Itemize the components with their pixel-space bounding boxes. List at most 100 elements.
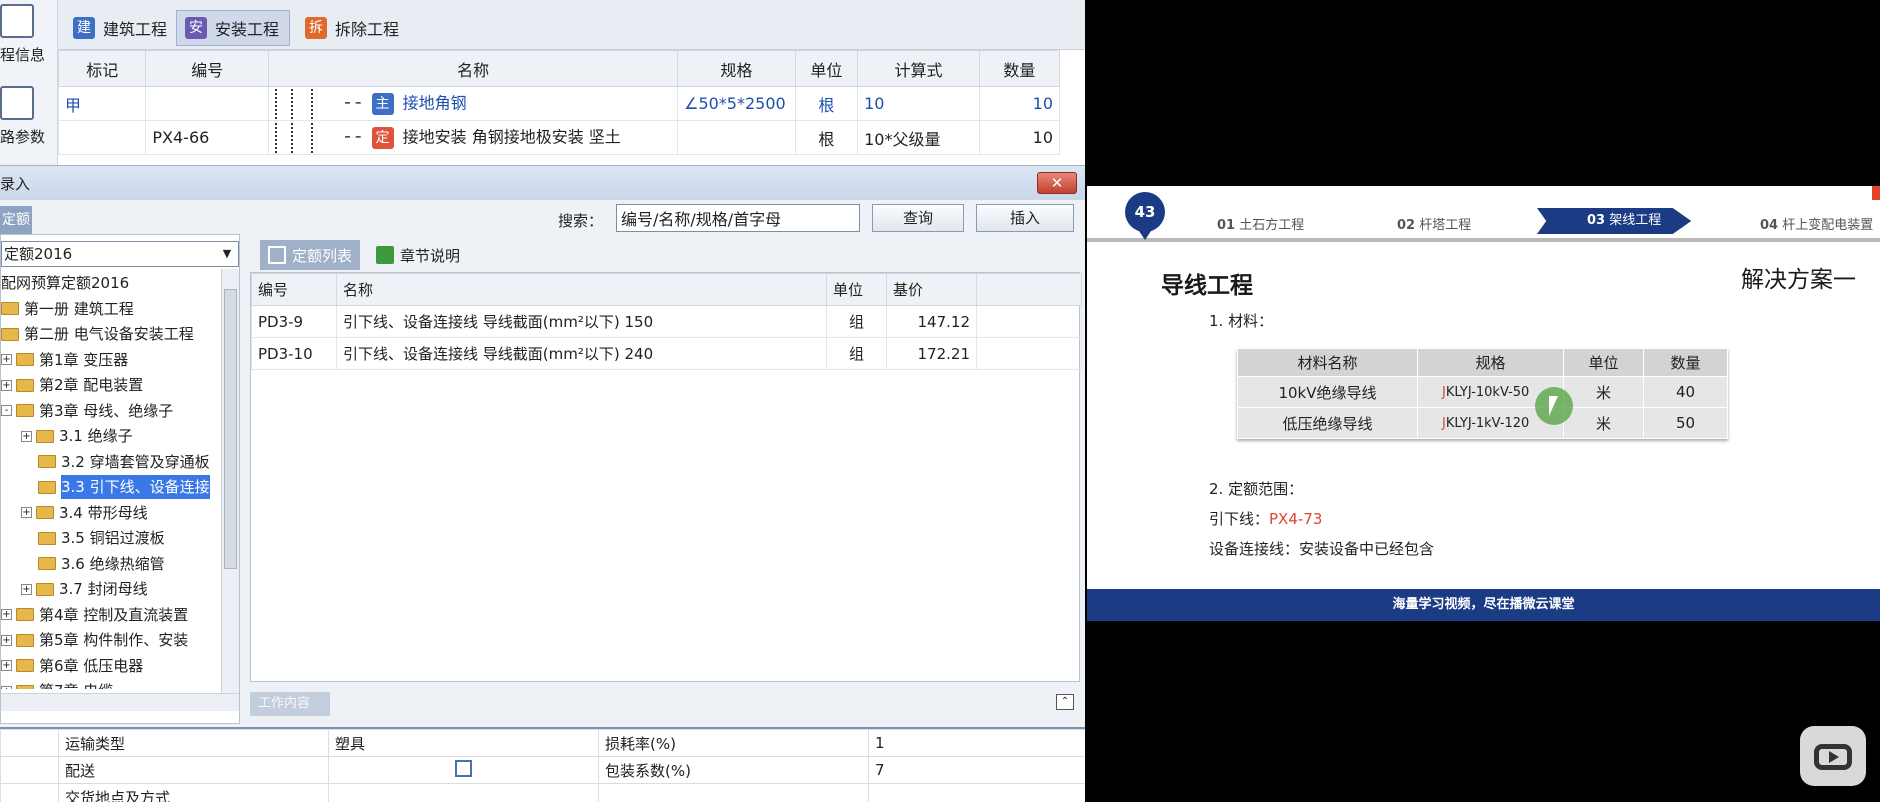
tree-node[interactable]: 3.6 绝缘热缩管 (21, 552, 165, 576)
cell-price[interactable]: 172.21 (886, 337, 977, 370)
tree-vertical-scrollbar[interactable] (221, 269, 239, 693)
tree-node-label: 3.3 引下线、设备连接 (61, 475, 210, 499)
cell-price[interactable]: 147.12 (886, 305, 977, 338)
prop-value[interactable] (868, 783, 1085, 802)
dialog-title-bar[interactable]: 录入 ✕ (0, 166, 1085, 200)
expand-icon[interactable]: + (21, 507, 32, 518)
tab-quota[interactable]: 定额 (0, 206, 32, 234)
tree-node[interactable]: 3.5 铜铝过渡板 (21, 526, 165, 550)
expand-icon[interactable]: + (21, 430, 32, 442)
tab-quota-list[interactable]: 定额列表 (260, 240, 361, 270)
cell-mark[interactable] (57, 120, 147, 155)
tree-node[interactable]: + 第2章 配电装置 (1, 373, 143, 397)
expand-icon[interactable]: + (21, 583, 32, 595)
col-header-name[interactable]: 名称 (268, 50, 679, 87)
tab-building[interactable]: 建 建筑工程 (64, 10, 178, 46)
table-row[interactable]: PD3-9 引下线、设备连接线 导线截面(mm²以下) 150 组 147.12 (251, 305, 1082, 338)
expand-icon[interactable]: + (1, 685, 12, 689)
collapse-icon[interactable]: - (1, 405, 12, 416)
expand-icon[interactable]: + (1, 660, 12, 671)
cell-code[interactable] (145, 86, 270, 121)
prop-value[interactable] (328, 756, 599, 784)
collapse-button[interactable]: ⌃ (1056, 694, 1074, 710)
col-header-price[interactable]: 基价 (886, 273, 977, 306)
table-row[interactable]: 运输类型 塑具 损耗率(%) 1 (0, 729, 1085, 757)
col-header-spec[interactable]: 规格 (677, 50, 796, 87)
cell-unit[interactable]: 根 (794, 120, 859, 155)
cell-name[interactable]: 引下线、设备连接线 导线截面(mm²以下) 240 (336, 337, 827, 370)
tree-node[interactable]: 第一册 建筑工程 (1, 297, 134, 321)
tree-node[interactable]: + 第1章 变压器 (1, 348, 128, 372)
cell-name[interactable]: 引下线、设备连接线 导线截面(mm²以下) 150 (336, 305, 827, 338)
tab-work-content[interactable]: 工作内容 (250, 692, 330, 716)
line-params-button[interactable]: 路参数 (0, 86, 58, 147)
prop-value[interactable]: 7 (868, 756, 1085, 784)
table-row[interactable]: PX4-66 ╴╴ 定 接地安装 角钢接地极安装 坚土 根 10*父级量 10 (57, 120, 1061, 155)
cell-qty[interactable]: 10 (978, 86, 1061, 121)
cell-name[interactable]: ╴╴ 定 接地安装 角钢接地极安装 坚土 (268, 120, 679, 155)
table-row[interactable]: PD3-10 引下线、设备连接线 导线截面(mm²以下) 240 组 172.2… (251, 337, 1082, 370)
tree-node[interactable]: + 第4章 控制及直流装置 (1, 603, 188, 627)
col-header-code[interactable]: 编号 (251, 273, 337, 306)
tab-installation[interactable]: 安 安装工程 (176, 10, 291, 46)
building-icon: 建 (73, 17, 95, 39)
tree-node[interactable]: - 第3章 母线、绝缘子 (1, 399, 173, 423)
cell-spec[interactable]: ∠50*5*2500 (677, 86, 796, 121)
col-header-unit[interactable]: 单位 (794, 50, 859, 87)
table-row[interactable]: 配送 包装系数(%) 7 (0, 756, 1085, 784)
tree-node[interactable]: + 第6章 低压电器 (1, 654, 143, 678)
prop-value[interactable]: 塑具 (328, 729, 599, 757)
step-tower: 02 杆塔工程 (1397, 214, 1471, 233)
tree-node[interactable]: +3.1 绝缘子 (21, 424, 133, 448)
col-header-unit[interactable]: 单位 (826, 273, 887, 306)
close-button[interactable]: ✕ (1037, 172, 1077, 194)
search-input[interactable] (616, 204, 860, 232)
cell-qty[interactable]: 10 (978, 120, 1061, 155)
expand-icon[interactable]: + (1, 634, 12, 646)
tree-node[interactable]: 3.3 引下线、设备连接 (21, 475, 210, 499)
insert-button[interactable]: 插入 (976, 204, 1074, 232)
tree-horizontal-scrollbar[interactable] (1, 693, 239, 711)
col-header-name[interactable]: 名称 (336, 273, 827, 306)
project-info-button[interactable]: 程信息 (0, 4, 58, 65)
col-header-formula[interactable]: 计算式 (857, 50, 980, 87)
cell-mark[interactable]: 甲 (57, 86, 147, 121)
col-header-qty[interactable]: 数量 (978, 50, 1061, 87)
expand-icon[interactable]: + (1, 354, 12, 365)
tree-node[interactable]: + 第5章 构件制作、安装 (1, 628, 188, 652)
folder-icon (16, 404, 34, 417)
quota-library-select[interactable]: 定额2016 ▼ (1, 241, 239, 267)
prop-value[interactable] (328, 783, 599, 802)
col-header-code[interactable]: 编号 (145, 50, 270, 87)
cell-spec[interactable] (677, 120, 796, 155)
row-gutter (0, 729, 59, 757)
cell-formula[interactable]: 10*父级量 (857, 120, 980, 155)
prop-label: 交货地点及方式 (58, 783, 329, 802)
tab-chapter-notes[interactable]: 章节说明 (368, 240, 468, 270)
tree-node[interactable]: + 第7章 电缆 (1, 679, 113, 689)
cell-unit[interactable]: 根 (794, 86, 859, 121)
col-header-mark[interactable]: 标记 (57, 50, 147, 87)
folder-icon (36, 506, 54, 519)
delivery-checkbox[interactable] (455, 759, 472, 777)
cell-unit[interactable]: 组 (826, 305, 887, 338)
cell-unit[interactable]: 组 (826, 337, 887, 370)
table-row[interactable]: 交货地点及方式 (0, 783, 1085, 802)
expand-icon[interactable]: + (1, 379, 12, 391)
cell-formula[interactable]: 10 (857, 86, 980, 121)
prop-value[interactable]: 1 (868, 729, 1085, 757)
cell-code[interactable]: PD3-9 (251, 305, 337, 338)
cell-code[interactable]: PX4-66 (145, 120, 270, 155)
cell-name[interactable]: ╴╴ 主 接地角钢 (268, 86, 679, 121)
tab-demolition[interactable]: 拆 拆除工程 (296, 10, 410, 46)
scrollbar-thumb[interactable] (224, 289, 237, 569)
tree-node[interactable]: +3.4 带形母线 (21, 501, 148, 525)
table-row[interactable]: 甲 ╴╴ 主 接地角钢 ∠50*5*2500 根 10 10 (57, 86, 1061, 121)
cell-code[interactable]: PD3-10 (251, 337, 337, 370)
tree-node[interactable]: 配网预算定额2016 (1, 271, 129, 295)
tree-node[interactable]: 3.2 穿墙套管及穿通板 (21, 450, 210, 474)
tree-node[interactable]: +3.7 封闭母线 (21, 577, 148, 601)
tree-node[interactable]: 第二册 电气设备安装工程 (1, 322, 194, 346)
expand-icon[interactable]: + (1, 609, 12, 620)
query-button[interactable]: 查询 (872, 204, 964, 232)
